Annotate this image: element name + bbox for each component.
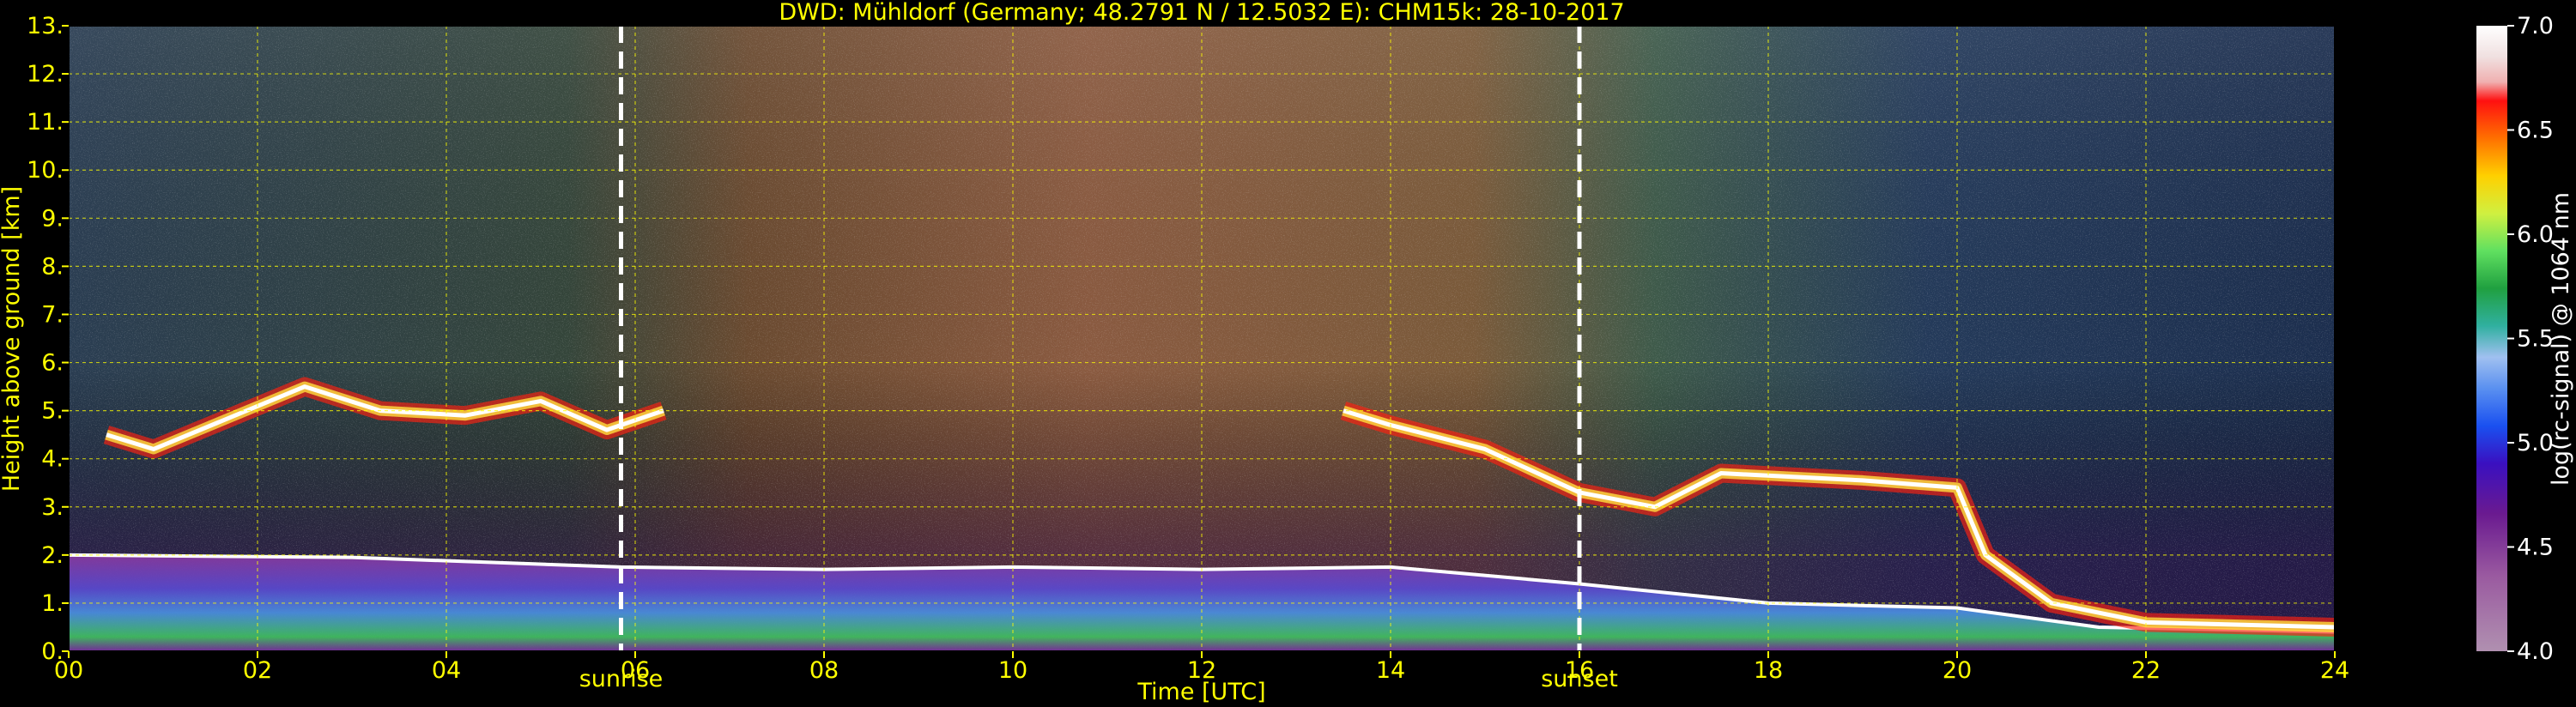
y-tick-label: 13.	[27, 13, 64, 39]
colorbar-tick-label: 4.0	[2517, 638, 2554, 665]
y-axis-ticks: 0.1.2.3.4.5.6.7.8.9.10.11.12.13.	[27, 13, 69, 665]
colorbar-label: log(rc-signal) @ 1064 nm	[2548, 192, 2574, 486]
x-tick-label: 04	[432, 657, 461, 684]
y-tick-label: 8.	[41, 253, 64, 280]
x-axis-label: Time [UTC]	[1136, 679, 1265, 705]
y-tick-label: 5.	[41, 398, 64, 425]
y-axis-label: Height above ground [km]	[0, 186, 25, 492]
colorbar-tick-label: 7.0	[2517, 13, 2554, 39]
y-tick-label: 12.	[27, 61, 64, 88]
x-tick-label: 06	[621, 657, 650, 684]
y-tick-label: 11.	[27, 109, 64, 136]
colorbar	[2476, 26, 2507, 651]
y-tick-label: 3.	[41, 494, 64, 521]
y-tick-label: 2.	[41, 542, 64, 569]
y-tick-label: 1.	[41, 590, 64, 617]
colorbar-tick-label: 6.5	[2517, 118, 2554, 144]
y-tick-label: 7.	[41, 301, 64, 328]
x-tick-label: 10	[998, 657, 1027, 684]
x-tick-label: 18	[1754, 657, 1783, 684]
x-tick-label: 20	[1943, 657, 1972, 684]
x-tick-label: 08	[809, 657, 839, 684]
x-tick-label: 00	[54, 657, 83, 684]
chart-title: DWD: Mühldorf (Germany; 48.2791 N / 12.5…	[779, 0, 1624, 26]
x-tick-label: 16	[1565, 657, 1594, 684]
y-tick-label: 9.	[41, 205, 64, 232]
y-tick-label: 6.	[41, 350, 64, 377]
y-tick-label: 4.	[41, 446, 64, 473]
x-tick-label: 14	[1376, 657, 1405, 684]
x-tick-label: 02	[243, 657, 272, 684]
x-tick-label: 24	[2320, 657, 2349, 684]
colorbar-tick-label: 4.5	[2517, 535, 2554, 561]
x-tick-label: 22	[2131, 657, 2161, 684]
ceilometer-chart: sunrise sunset 0.1.2.3.4.5.6.7.8.9.10.11.…	[0, 0, 2574, 705]
colorbar-ticks: 4.04.55.05.56.06.57.0	[2507, 13, 2554, 665]
y-tick-label: 10.	[27, 157, 64, 184]
